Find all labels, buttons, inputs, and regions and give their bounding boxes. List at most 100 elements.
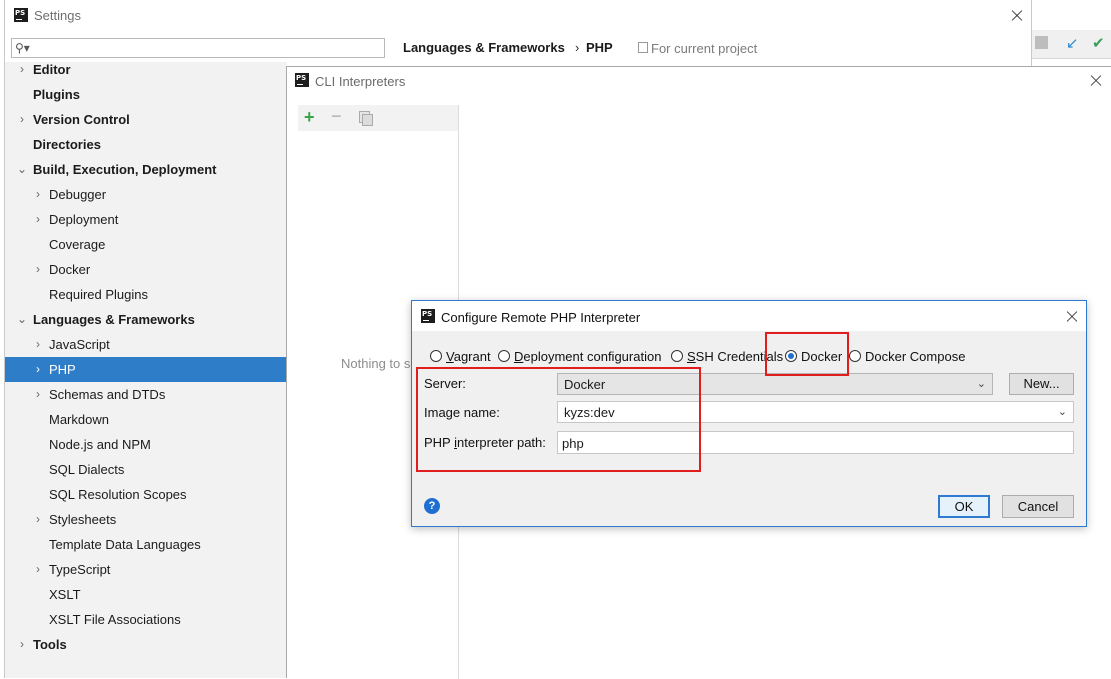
radio-label: Docker Compose [865, 349, 966, 364]
help-icon[interactable]: ? [424, 498, 440, 514]
sidebar-item-label: Deployment [49, 212, 119, 227]
chevron-down-icon[interactable]: ⌄ [16, 307, 28, 332]
sidebar-item-label: Plugins [33, 87, 80, 102]
radio-button[interactable] [671, 350, 683, 362]
new-server-button[interactable]: New... [1009, 373, 1074, 395]
stop-icon[interactable] [1035, 36, 1048, 49]
sidebar-item-label: Schemas and DTDs [49, 387, 166, 402]
breadcrumb-section[interactable]: Languages & Frameworks [403, 40, 565, 55]
vcs-update-icon[interactable]: ↙ [1066, 34, 1079, 52]
ok-button[interactable]: OK [938, 495, 990, 518]
sidebar-item-label: Markdown [49, 412, 109, 427]
sidebar-item-editor[interactable]: › Editor [5, 57, 287, 82]
chevron-right-icon[interactable]: › [32, 257, 44, 282]
sidebar-item-stylesheets[interactable]: › Stylesheets [5, 507, 287, 532]
sidebar-item-label: Node.js and NPM [49, 437, 151, 452]
sidebar-item-label: XSLT File Associations [49, 612, 181, 627]
search-icon: ⚲▾ [15, 41, 30, 55]
search-input[interactable] [34, 40, 386, 58]
sidebar-item-label: XSLT [49, 587, 81, 602]
settings-titlebar: PS Settings [5, 0, 1031, 32]
sidebar-item-label: Stylesheets [49, 512, 117, 527]
chevron-right-icon[interactable]: › [32, 332, 44, 357]
sidebar-item-label: Required Plugins [49, 287, 149, 302]
sidebar-item-directories[interactable]: Directories [5, 132, 287, 157]
chevron-right-icon[interactable]: › [32, 557, 44, 582]
sidebar-item-node-js-and-npm[interactable]: Node.js and NPM [5, 432, 287, 457]
radio-button[interactable] [849, 350, 861, 362]
cancel-button[interactable]: Cancel [1002, 495, 1074, 518]
sidebar-item-label: Docker [49, 262, 91, 277]
phpstorm-logo-icon: PS [295, 73, 309, 87]
sidebar-item-deployment[interactable]: › Deployment [5, 207, 287, 232]
sidebar-item-label: PHP [49, 362, 76, 377]
sidebar-item-sql-resolution-scopes[interactable]: SQL Resolution Scopes [5, 482, 287, 507]
sidebar-item-tools[interactable]: › Tools [5, 632, 287, 657]
sidebar-item-schemas-and-dtds[interactable]: › Schemas and DTDs [5, 382, 287, 407]
chevron-right-icon[interactable]: › [32, 507, 44, 532]
remove-icon[interactable]: − [331, 106, 342, 126]
sidebar-item-label: SQL Resolution Scopes [49, 487, 187, 502]
breadcrumb-separator: › [575, 40, 580, 55]
sidebar-item-markdown[interactable]: Markdown [5, 407, 287, 432]
close-icon[interactable] [1011, 10, 1023, 22]
sidebar-item-typescript[interactable]: › TypeScript [5, 557, 287, 582]
chevron-down-icon[interactable]: ⌄ [16, 157, 28, 182]
annotation-box-docker [765, 332, 849, 376]
copy-icon[interactable] [359, 111, 373, 126]
chevron-right-icon[interactable]: › [32, 382, 44, 407]
sidebar-item-docker[interactable]: › Docker [5, 257, 287, 282]
chevron-right-icon[interactable]: › [16, 107, 28, 132]
chevron-right-icon[interactable]: › [32, 357, 44, 382]
sidebar-item-debugger[interactable]: › Debugger [5, 182, 287, 207]
sidebar-item-label: TypeScript [49, 562, 111, 577]
chevron-right-icon[interactable]: › [32, 182, 44, 207]
sidebar-item-label: Build, Execution, Deployment [33, 162, 217, 177]
remote-dialog-titlebar: PS Configure Remote PHP Interpreter [412, 301, 1086, 331]
phpstorm-logo-icon: PS [14, 8, 28, 22]
chevron-down-icon: ⌄ [1057, 406, 1067, 418]
sidebar-item-build-execution-deployment[interactable]: ⌄ Build, Execution, Deployment [5, 157, 287, 182]
sidebar-item-label: Directories [33, 137, 101, 152]
sidebar-item-label: Tools [33, 637, 67, 652]
breadcrumb-page: PHP [586, 40, 613, 55]
radio-button[interactable] [430, 350, 442, 362]
chevron-down-icon: ⌄ [976, 378, 986, 390]
phpstorm-logo-icon: PS [421, 309, 435, 323]
annotation-box-form-fields [416, 367, 701, 472]
settings-search-box[interactable]: ⚲▾ [11, 38, 386, 58]
radio-label: Vagrant [446, 349, 491, 364]
sidebar-item-javascript[interactable]: › JavaScript [5, 332, 287, 357]
remote-dialog-title: Configure Remote PHP Interpreter [441, 310, 641, 325]
interpreters-list-toolbar: + − [298, 105, 458, 131]
project-scope-icon [638, 42, 648, 53]
sidebar-item-coverage[interactable]: Coverage [5, 232, 287, 257]
sidebar-item-php[interactable]: › PHP [5, 357, 287, 382]
chevron-right-icon[interactable]: › [16, 57, 28, 82]
radio-label: Deployment configuration [514, 349, 662, 364]
close-icon[interactable] [1090, 75, 1102, 87]
sidebar-item-template-data-languages[interactable]: Template Data Languages [5, 532, 287, 557]
sidebar-item-label: Languages & Frameworks [33, 312, 195, 327]
sidebar-item-xslt-file-associations[interactable]: XSLT File Associations [5, 607, 287, 632]
close-icon[interactable] [1066, 311, 1078, 323]
chevron-right-icon[interactable]: › [32, 207, 44, 232]
sidebar-item-required-plugins[interactable]: Required Plugins [5, 282, 287, 307]
sidebar-item-label: Version Control [33, 112, 130, 127]
add-icon[interactable]: + [304, 107, 315, 127]
cli-interpreters-title: CLI Interpreters [315, 74, 406, 89]
sidebar-item-version-control[interactable]: › Version Control [5, 107, 287, 132]
chevron-right-icon[interactable]: › [16, 632, 28, 657]
sidebar-item-label: Editor [33, 62, 71, 77]
sidebar-item-xslt[interactable]: XSLT [5, 582, 287, 607]
sidebar-item-label: Coverage [49, 237, 106, 252]
sidebar-item-sql-dialects[interactable]: SQL Dialects [5, 457, 287, 482]
sidebar-item-label: JavaScript [49, 337, 110, 352]
settings-sidebar-tree: › Editor Plugins › Version Control Directorie… [5, 62, 287, 678]
radio-button[interactable] [498, 350, 510, 362]
settings-title: Settings [34, 8, 81, 23]
sidebar-item-plugins[interactable]: Plugins [5, 82, 287, 107]
sidebar-item-languages-frameworks[interactable]: ⌄ Languages & Frameworks [5, 307, 287, 332]
vcs-commit-icon[interactable]: ✔ [1092, 34, 1105, 52]
sidebar-item-label: Debugger [49, 187, 107, 202]
